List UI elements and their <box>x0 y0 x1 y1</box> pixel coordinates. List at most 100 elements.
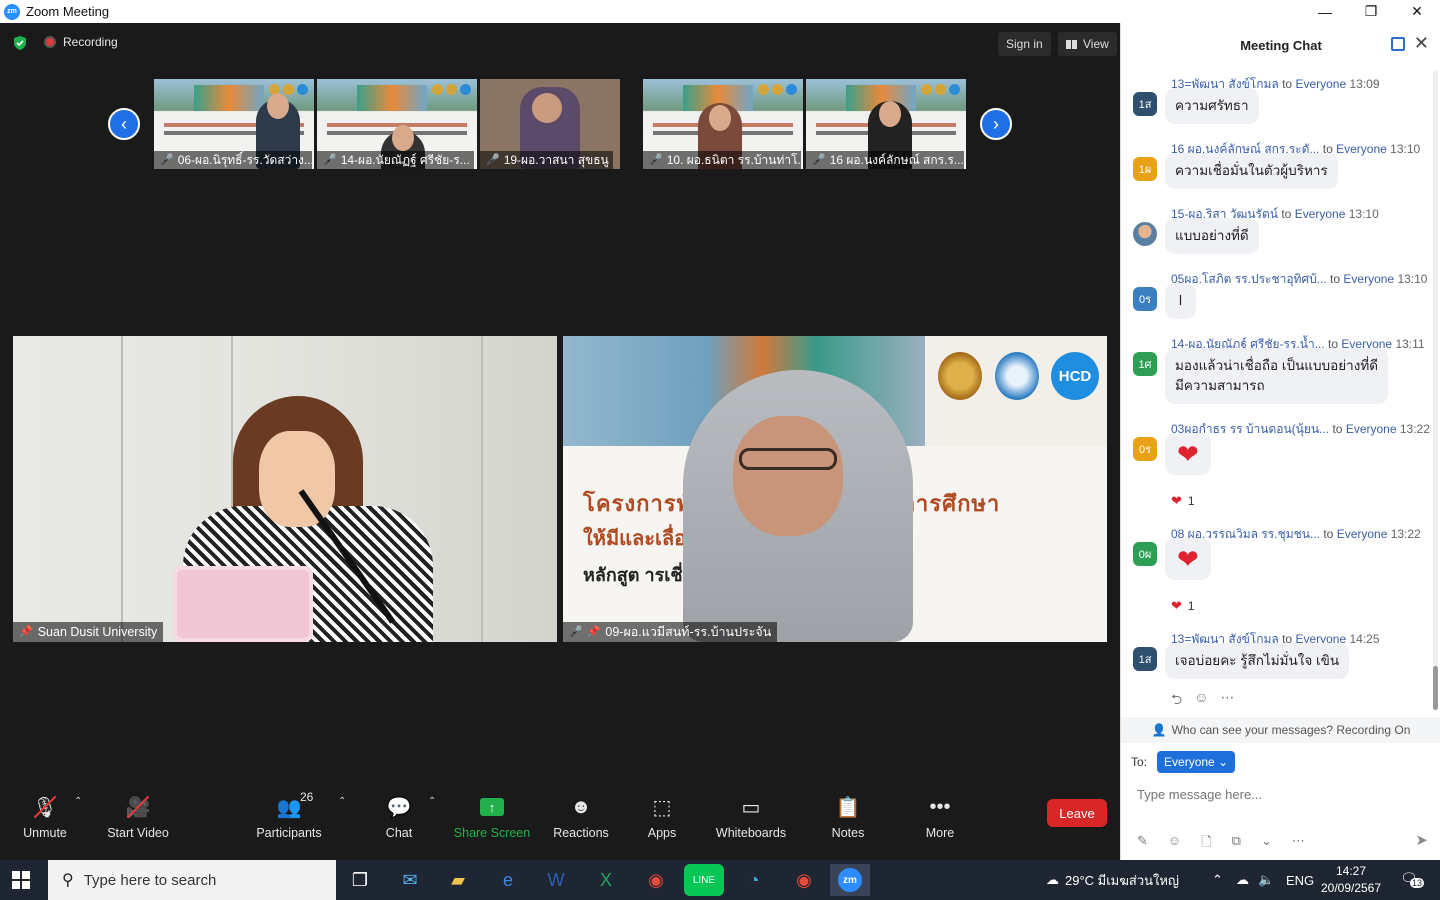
microphone-muted-icon: 🎙 <box>30 792 60 822</box>
participants-button[interactable]: 👥 26 Participants <box>256 782 322 860</box>
weather-widget[interactable]: ☁ 29°C มีเมฆส่วนใหญ่ <box>1046 860 1179 900</box>
recipient[interactable]: Everyone <box>1337 527 1388 541</box>
sender-name[interactable]: 05ผอ.โสภิต รร.ประชาอุทิศบ้... <box>1171 272 1327 286</box>
popout-icon[interactable] <box>1391 37 1405 51</box>
reaction-count[interactable]: ❤ 1 <box>1171 598 1195 614</box>
recipient[interactable]: Everyone <box>1295 207 1346 221</box>
recipient[interactable]: Everyone <box>1346 422 1397 436</box>
reactions-button[interactable]: ☻ Reactions <box>553 782 609 860</box>
line-app-icon[interactable]: LINE <box>684 864 724 896</box>
file-icon[interactable]: 🗋 <box>1201 833 1211 855</box>
reply-icon[interactable]: ⮌ <box>1171 689 1182 713</box>
avatar: 1ผ <box>1133 157 1157 181</box>
participant-thumbnail[interactable]: 🎤 06-ผอ.นิรุทธิ์-รร.วัดสว่าง... <box>154 79 314 169</box>
close-window-button[interactable]: ✕ <box>1394 0 1440 23</box>
mail-icon[interactable]: ✉ <box>390 864 430 896</box>
participant-name: 14-ผอ.นัยณัฏฐ์ ศรีชัย-ร... <box>340 153 470 167</box>
network-icon[interactable]: ☁ <box>1236 860 1249 900</box>
minimize-button[interactable]: — <box>1302 0 1348 23</box>
chevron-right-icon: › <box>993 113 999 134</box>
edge-icon[interactable]: ◔ <box>734 864 774 896</box>
chat-caret-icon[interactable]: ⌃ <box>428 796 436 807</box>
send-icon[interactable]: ➤ <box>1415 831 1428 849</box>
shield-icon[interactable] <box>12 35 28 51</box>
format-text-icon[interactable]: ✎ <box>1137 833 1148 855</box>
sign-in-button[interactable]: Sign in <box>998 32 1051 56</box>
chrome-profile-icon[interactable]: ◉ <box>784 864 824 896</box>
maximize-button[interactable]: ❐ <box>1348 0 1394 23</box>
emblem-logo <box>938 352 982 400</box>
participant-name: 06-ผอ.นิรุทธิ์-รร.วัดสว่าง... <box>177 153 312 167</box>
visibility-notice[interactable]: 👤 Who can see your messages? Recording O… <box>1121 717 1440 743</box>
record-icon <box>44 36 56 48</box>
zoom-logo-icon: zm <box>4 3 20 20</box>
cloud-icon: ☁ <box>1046 872 1059 887</box>
more-dots-icon[interactable]: ⋯ <box>1292 833 1305 855</box>
notes-button[interactable]: 📋 Notes <box>830 782 866 860</box>
participants-caret-icon[interactable]: ⌃ <box>338 796 346 807</box>
participant-name: 09-ผอ.แวมีสนท์-รร.บ้านประจัน <box>605 625 772 639</box>
start-video-button[interactable]: 🎥 Start Video <box>106 782 170 860</box>
task-view-icon[interactable]: ❐ <box>340 864 380 896</box>
word-icon[interactable]: W <box>536 864 576 896</box>
taskbar-search-box[interactable]: ⚲ Type here to search <box>48 860 336 900</box>
more-options-icon[interactable]: ⋯ <box>1221 689 1235 713</box>
recipient[interactable]: Everyone <box>1336 142 1387 156</box>
windows-start-icon[interactable] <box>12 871 30 889</box>
recipient-dropdown[interactable]: Everyone ⌄ <box>1157 751 1236 773</box>
person-lock-icon: 👤 <box>1151 723 1167 737</box>
chat-bubble-icon: 💬 <box>386 796 412 819</box>
participant-name: Suan Dusit University <box>37 625 158 639</box>
unmute-button[interactable]: 🎙 Unmute <box>22 782 68 860</box>
video-tile-speaker[interactable]: HCD โครงการพัฒ รูและบุคลากรทางการศึกษา ใ… <box>563 336 1107 642</box>
participant-thumbnail[interactable]: 🎤 14-ผอ.นัยณัฏฐ์ ศรีชัย-ร... <box>317 79 477 169</box>
excel-icon[interactable]: X <box>586 864 626 896</box>
mic-muted-icon: 🎤 <box>323 154 337 166</box>
audio-options-caret-icon[interactable]: ⌃ <box>74 796 82 807</box>
more-button[interactable]: ••• More <box>922 782 958 860</box>
message-bubble: ความศรัทธา <box>1165 88 1259 124</box>
view-button[interactable]: View <box>1058 32 1117 56</box>
view-label: View <box>1083 37 1109 51</box>
chevron-down-icon: ⌄ <box>1218 755 1229 769</box>
zoom-taskbar-icon[interactable]: zm <box>830 864 870 896</box>
participant-thumbnail[interactable]: 🎤 19-ผอ.วาสนา สุขธนู <box>480 79 620 169</box>
speaker-icon[interactable]: 🔈 <box>1258 860 1274 900</box>
emoji-icon[interactable]: ☺ <box>1168 833 1181 855</box>
chat-button[interactable]: 💬 Chat <box>382 782 416 860</box>
filmstrip-next-button[interactable]: › <box>980 108 1012 140</box>
participant-thumbnail[interactable]: 🎤 16 ผอ.นงค์ลักษณ์ สกร.ร... <box>806 79 966 169</box>
emblem-logo <box>995 352 1039 400</box>
chrome-icon[interactable]: ◉ <box>636 864 676 896</box>
reaction-count[interactable]: ❤ 1 <box>1171 493 1195 509</box>
scroll-thumb[interactable] <box>1433 666 1438 710</box>
add-reaction-icon[interactable]: ☺ <box>1194 689 1208 713</box>
taskbar-clock[interactable]: 14:27 20/09/2567 <box>1316 863 1386 897</box>
leave-button[interactable]: Leave <box>1047 799 1107 827</box>
language-indicator[interactable]: ENG <box>1286 860 1314 900</box>
share-screen-button[interactable]: ↑ Share Screen <box>454 782 530 860</box>
recording-indicator[interactable]: Recording <box>44 35 118 49</box>
apps-button[interactable]: ⬚ Apps <box>646 782 678 860</box>
chat-message-input[interactable] <box>1137 783 1427 805</box>
close-chat-icon[interactable]: ✕ <box>1414 33 1429 54</box>
file-explorer-icon[interactable]: ▰ <box>438 864 478 896</box>
internet-explorer-icon[interactable]: e <box>488 864 528 896</box>
mic-muted-icon: 🎤 <box>649 154 663 166</box>
camera-off-icon: 🎥 <box>123 792 153 822</box>
mic-muted-icon: 🎤 <box>569 626 583 638</box>
recipient[interactable]: Everyone <box>1343 272 1394 286</box>
whiteboards-button[interactable]: ▭ Whiteboards <box>714 782 788 860</box>
participant-thumbnail[interactable]: 🎤 10. ผอ.ธนิตา รร.บ้านท่าโ... <box>643 79 803 169</box>
chevron-down-icon[interactable]: ⌄ <box>1261 833 1272 855</box>
screenshot-icon[interactable]: ⧉ <box>1232 833 1241 855</box>
mic-muted-icon: 🎤 <box>812 154 826 166</box>
filmstrip-prev-button[interactable]: ‹ <box>108 108 140 140</box>
video-tile-suan-dusit[interactable]: 📌 Suan Dusit University <box>13 336 557 642</box>
tray-overflow-icon[interactable]: ⌃ <box>1212 860 1223 900</box>
notification-icon[interactable]: 🗨 13 <box>1400 870 1425 890</box>
pin-icon: 📌 <box>586 626 601 638</box>
message-bubble: เจอบ่อยคะ รู้สึกไม่มั่นใจ เขิน <box>1165 643 1350 679</box>
recipient[interactable]: Everyone <box>1295 77 1346 91</box>
chat-scrollbar[interactable] <box>1433 71 1438 711</box>
